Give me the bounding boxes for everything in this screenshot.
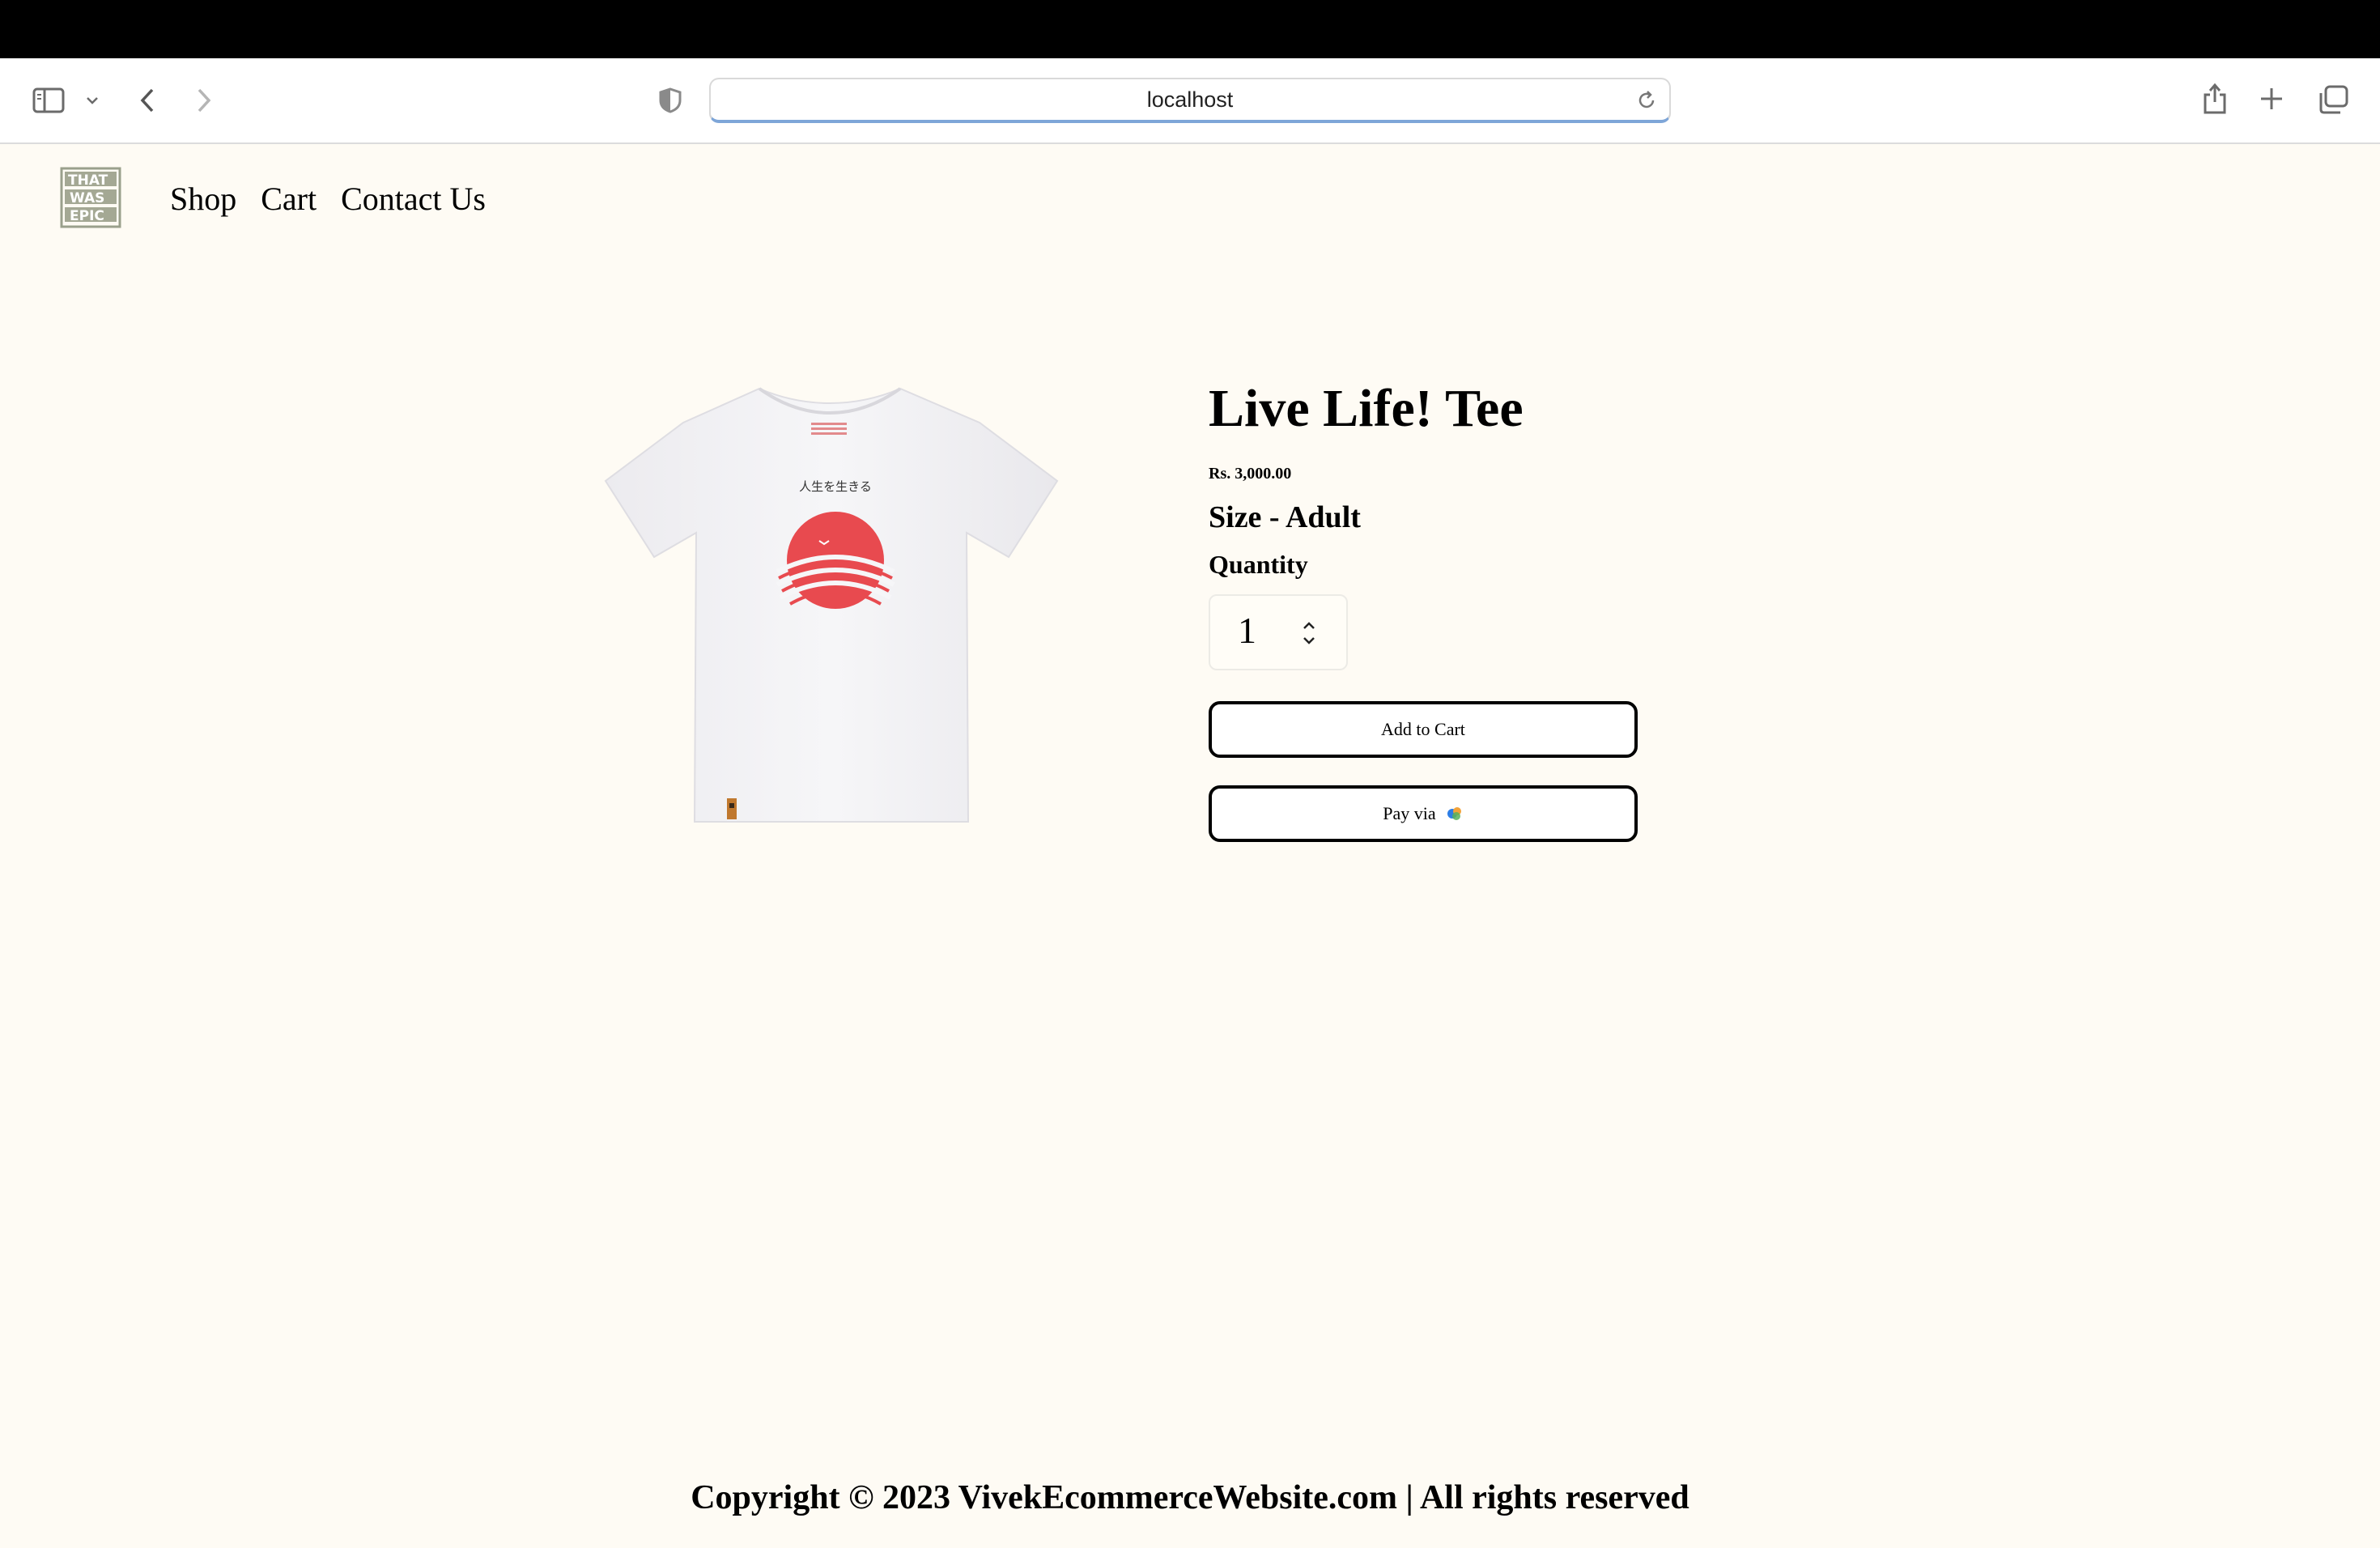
svg-text:EPIC: EPIC	[70, 208, 104, 224]
product-details: Live Life! Tee Rs. 3,000.00 Size - Adult…	[1209, 377, 1646, 842]
pay-via-label: Pay via	[1383, 803, 1436, 823]
back-icon[interactable]	[133, 84, 162, 117]
system-top-bar	[0, 0, 2380, 58]
quantity-value[interactable]: 1	[1238, 609, 1256, 652]
site-logo[interactable]: THAT WAS EPIC	[57, 164, 123, 230]
svg-text:THAT: THAT	[68, 172, 108, 189]
address-bar[interactable]: localhost	[709, 78, 1671, 123]
chevron-down-icon[interactable]	[83, 91, 102, 110]
add-to-cart-button[interactable]: Add to Cart	[1209, 701, 1638, 758]
nav-contact-link[interactable]: Contact Us	[341, 180, 486, 218]
svg-text:WAS: WAS	[70, 190, 104, 206]
quantity-stepper[interactable]: 1	[1209, 594, 1348, 670]
quantity-label: Quantity	[1209, 550, 1308, 579]
stepper-arrows-icon[interactable]	[1299, 617, 1319, 649]
nav-cart-link[interactable]: Cart	[261, 180, 317, 218]
product-image: 人生を生きる	[599, 381, 1060, 842]
sidebar-toggle-icon[interactable]	[31, 83, 66, 118]
new-tab-icon[interactable]	[2255, 83, 2288, 115]
privacy-shield-icon[interactable]	[656, 86, 685, 115]
main-nav: Shop Cart Contact Us	[170, 180, 486, 218]
product-size: Size - Adult	[1209, 500, 1361, 534]
footer-copyright: Copyright © 2023 VivekEcommerceWebsite.c…	[691, 1479, 1689, 1516]
address-url: localhost	[1146, 87, 1234, 112]
pay-via-button[interactable]: Pay via	[1209, 785, 1638, 842]
reload-icon[interactable]	[1635, 89, 1658, 112]
add-to-cart-label: Add to Cart	[1381, 719, 1465, 739]
product-title: Live Life! Tee	[1209, 379, 1524, 438]
browser-toolbar: localhost	[0, 58, 2380, 144]
shirt-print-text: 人生を生きる	[799, 479, 872, 494]
share-icon[interactable]	[2197, 79, 2233, 118]
nav-shop-link[interactable]: Shop	[170, 180, 236, 218]
product-price: Rs. 3,000.00	[1209, 465, 1292, 483]
forward-icon[interactable]	[189, 84, 219, 117]
payment-provider-icon	[1446, 805, 1464, 823]
tab-overview-icon[interactable]	[2315, 83, 2351, 117]
